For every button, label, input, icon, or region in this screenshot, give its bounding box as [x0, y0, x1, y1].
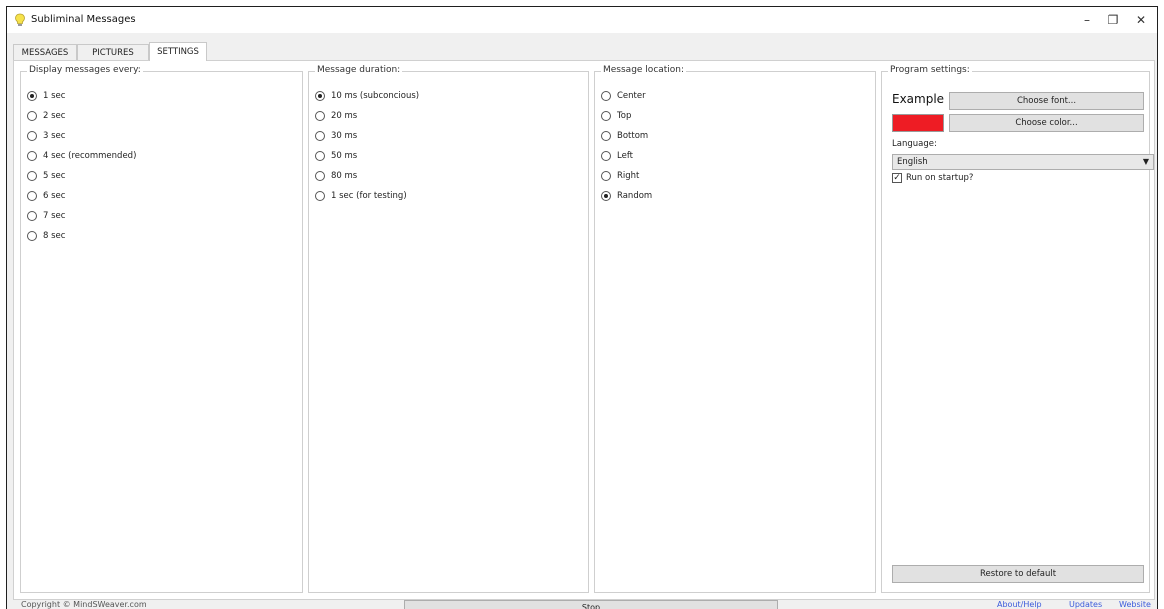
- display-interval-group: Display messages every: 1 sec 2 sec 3 se…: [20, 65, 303, 593]
- duration-option[interactable]: 10 ms (subconcious): [315, 89, 419, 103]
- interval-option[interactable]: 3 sec: [27, 129, 65, 143]
- dropdown-arrow-icon: ▼: [1142, 157, 1149, 166]
- radio-button[interactable]: [601, 191, 611, 201]
- radio-button[interactable]: [27, 191, 37, 201]
- stop-button[interactable]: Stop: [404, 600, 778, 609]
- run-on-startup-label: Run on startup?: [906, 173, 974, 183]
- tab-settings[interactable]: SETTINGS: [149, 42, 207, 61]
- location-title: Message location:: [601, 65, 687, 75]
- choose-font-button[interactable]: Choose font...: [949, 92, 1144, 110]
- radio-button[interactable]: [315, 111, 325, 121]
- interval-option[interactable]: 6 sec: [27, 189, 65, 203]
- interval-option[interactable]: 4 sec (recommended): [27, 149, 136, 163]
- location-option[interactable]: Center: [601, 89, 646, 103]
- color-swatch: [892, 114, 944, 132]
- interval-option[interactable]: 8 sec: [27, 229, 65, 243]
- duration-option[interactable]: 30 ms: [315, 129, 357, 143]
- lightbulb-icon: [15, 13, 25, 26]
- interval-option[interactable]: 2 sec: [27, 109, 65, 123]
- language-label: Language:: [892, 139, 937, 149]
- title-bar: Subliminal Messages – ❐ ✕: [7, 7, 1157, 33]
- location-group: Message location: Center Top Bottom Left…: [594, 65, 876, 593]
- tab-pictures[interactable]: PICTURES: [77, 44, 149, 60]
- radio-button[interactable]: [27, 151, 37, 161]
- display-interval-title: Display messages every:: [27, 65, 143, 75]
- tab-messages[interactable]: MESSAGES: [13, 44, 77, 60]
- location-option[interactable]: Bottom: [601, 129, 648, 143]
- interval-option[interactable]: 7 sec: [27, 209, 65, 223]
- radio-button[interactable]: [315, 131, 325, 141]
- language-value: English: [897, 157, 928, 167]
- radio-button[interactable]: [27, 131, 37, 141]
- location-option[interactable]: Left: [601, 149, 633, 163]
- updates-link[interactable]: Updates: [1069, 600, 1102, 609]
- location-option[interactable]: Top: [601, 109, 631, 123]
- radio-button[interactable]: [601, 171, 611, 181]
- app-window: Subliminal Messages – ❐ ✕ MESSAGES PICTU…: [6, 6, 1158, 609]
- website-link[interactable]: Website: [1119, 600, 1151, 609]
- interval-option[interactable]: 1 sec: [27, 89, 65, 103]
- program-settings-title: Program settings:: [888, 65, 972, 75]
- duration-option[interactable]: 80 ms: [315, 169, 357, 183]
- radio-button[interactable]: [315, 191, 325, 201]
- duration-option[interactable]: 20 ms: [315, 109, 357, 123]
- close-button[interactable]: ✕: [1123, 7, 1157, 33]
- location-option[interactable]: Right: [601, 169, 639, 183]
- duration-group: Message duration: 10 ms (subconcious) 20…: [308, 65, 589, 593]
- copyright-text: Copyright © MindSWeaver.com: [21, 600, 147, 609]
- radio-button[interactable]: [27, 231, 37, 241]
- location-option[interactable]: Random: [601, 189, 652, 203]
- run-on-startup-checkbox[interactable]: ✓: [892, 173, 902, 183]
- choose-color-button[interactable]: Choose color...: [949, 114, 1144, 132]
- window-title: Subliminal Messages: [31, 14, 136, 25]
- radio-button[interactable]: [27, 111, 37, 121]
- radio-button[interactable]: [601, 151, 611, 161]
- about-help-link[interactable]: About/Help: [997, 600, 1042, 609]
- radio-button[interactable]: [601, 111, 611, 121]
- radio-button[interactable]: [315, 91, 325, 101]
- radio-button[interactable]: [27, 91, 37, 101]
- restore-default-button[interactable]: Restore to default: [892, 565, 1144, 583]
- font-example-text: Example: [892, 92, 945, 106]
- interval-option[interactable]: 5 sec: [27, 169, 65, 183]
- program-settings-group: Program settings: Example Choose font...…: [881, 65, 1154, 593]
- language-select[interactable]: English ▼: [892, 154, 1154, 170]
- settings-content: Display messages every: 1 sec 2 sec 3 se…: [13, 60, 1155, 600]
- radio-button[interactable]: [27, 211, 37, 221]
- radio-button[interactable]: [601, 131, 611, 141]
- radio-button[interactable]: [315, 151, 325, 161]
- radio-button[interactable]: [315, 171, 325, 181]
- duration-option[interactable]: 1 sec (for testing): [315, 189, 407, 203]
- radio-button[interactable]: [601, 91, 611, 101]
- duration-option[interactable]: 50 ms: [315, 149, 357, 163]
- radio-button[interactable]: [27, 171, 37, 181]
- duration-title: Message duration:: [315, 65, 403, 75]
